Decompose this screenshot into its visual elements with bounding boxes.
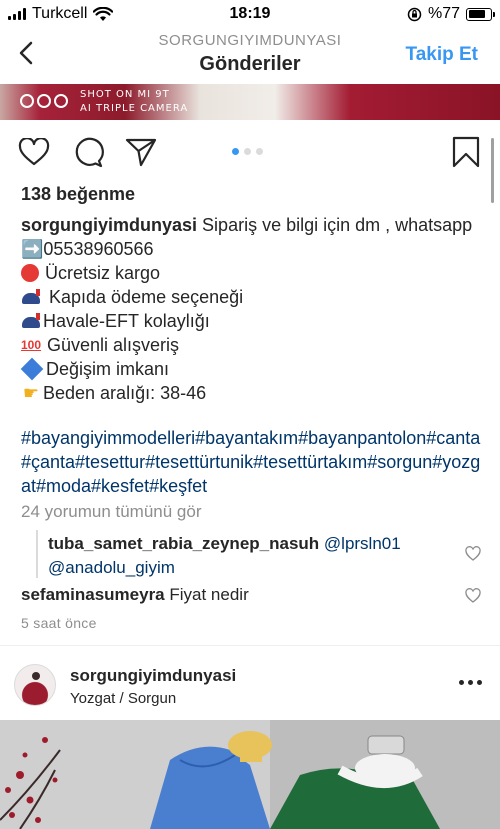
likes-count[interactable]: 138 beğenme — [21, 184, 135, 205]
carousel-pagination — [232, 148, 263, 155]
post-caption: sorgungiyimdunyasi Sipariş ve bilgi için… — [20, 213, 481, 405]
caption-line: Değişim imkanı — [20, 357, 481, 381]
share-icon[interactable] — [125, 137, 157, 167]
camera-lens-graphic — [20, 94, 68, 108]
caption-line: ☛ Beden aralığı: 38-46 — [22, 383, 207, 403]
red-circle-icon — [21, 264, 39, 282]
next-post-username[interactable]: sorgungiyimdunyasi — [70, 666, 236, 686]
comment: sefaminasumeyra Fiyat nedir — [21, 583, 441, 607]
next-post-location[interactable]: Yozgat / Sorgun — [70, 690, 176, 707]
blue-diamond-icon — [20, 357, 44, 381]
hashtags[interactable]: #bayangiyimmodelleri#bayantakım#bayanpan… — [21, 426, 481, 498]
status-bar: Turkcell 18:19 %77 — [0, 0, 500, 28]
comment: tuba_samet_rabia_zeynep_nasuh @lprsln01 … — [48, 532, 448, 580]
comment-text: Fiyat nedir — [169, 585, 249, 604]
product-photo-graphic — [0, 720, 500, 829]
post-action-bar — [0, 130, 500, 174]
view-all-comments-link[interactable]: 24 yorumun tümünü gör — [21, 502, 202, 522]
post-image[interactable]: SHOT ON MI 9T AI TRIPLE CAMERA — [0, 84, 500, 120]
comment-icon[interactable] — [72, 136, 104, 168]
battery-icon — [466, 7, 495, 21]
mailbox-icon — [21, 312, 43, 330]
scrollbar[interactable] — [491, 138, 494, 203]
pointing-hand-icon: ☛ — [22, 383, 40, 403]
comment-like-icon[interactable] — [465, 546, 481, 561]
comment-like-icon[interactable] — [465, 588, 481, 603]
caption-line: 100 Güvenli alışveriş — [21, 335, 180, 355]
more-options-icon[interactable] — [459, 680, 482, 685]
post-divider — [0, 645, 500, 646]
caption-line: Kapıda ödeme seçeneği — [21, 285, 481, 309]
comment-username[interactable]: tuba_samet_rabia_zeynep_nasuh — [48, 534, 319, 553]
reply-thread-line — [36, 530, 38, 578]
comment-username[interactable]: sefaminasumeyra — [21, 585, 165, 604]
next-post-header: sorgungiyimdunyasi Yozgat / Sorgun — [0, 660, 500, 716]
top-header: SORGUNGIYIMDUNYASI Gönderiler Takip Et — [0, 28, 500, 84]
caption-line: Ücretsiz kargo — [21, 261, 481, 285]
hundred-points-icon: 100 — [21, 338, 42, 352]
caption-line: Havale-EFT kolaylığı — [21, 309, 481, 333]
mailbox-icon — [21, 288, 43, 306]
post-timestamp: 5 saat önce — [21, 615, 97, 631]
bookmark-icon[interactable] — [452, 136, 480, 168]
avatar[interactable] — [14, 664, 56, 706]
battery-percent: %77 — [427, 5, 460, 22]
heart-icon[interactable] — [18, 138, 50, 166]
camera-watermark: SHOT ON MI 9T AI TRIPLE CAMERA — [80, 89, 189, 114]
orientation-lock-icon — [407, 7, 422, 21]
follow-button[interactable]: Takip Et — [406, 44, 479, 66]
next-post-image[interactable] — [0, 720, 500, 829]
caption-username[interactable]: sorgungiyimdunyasi — [21, 215, 197, 235]
